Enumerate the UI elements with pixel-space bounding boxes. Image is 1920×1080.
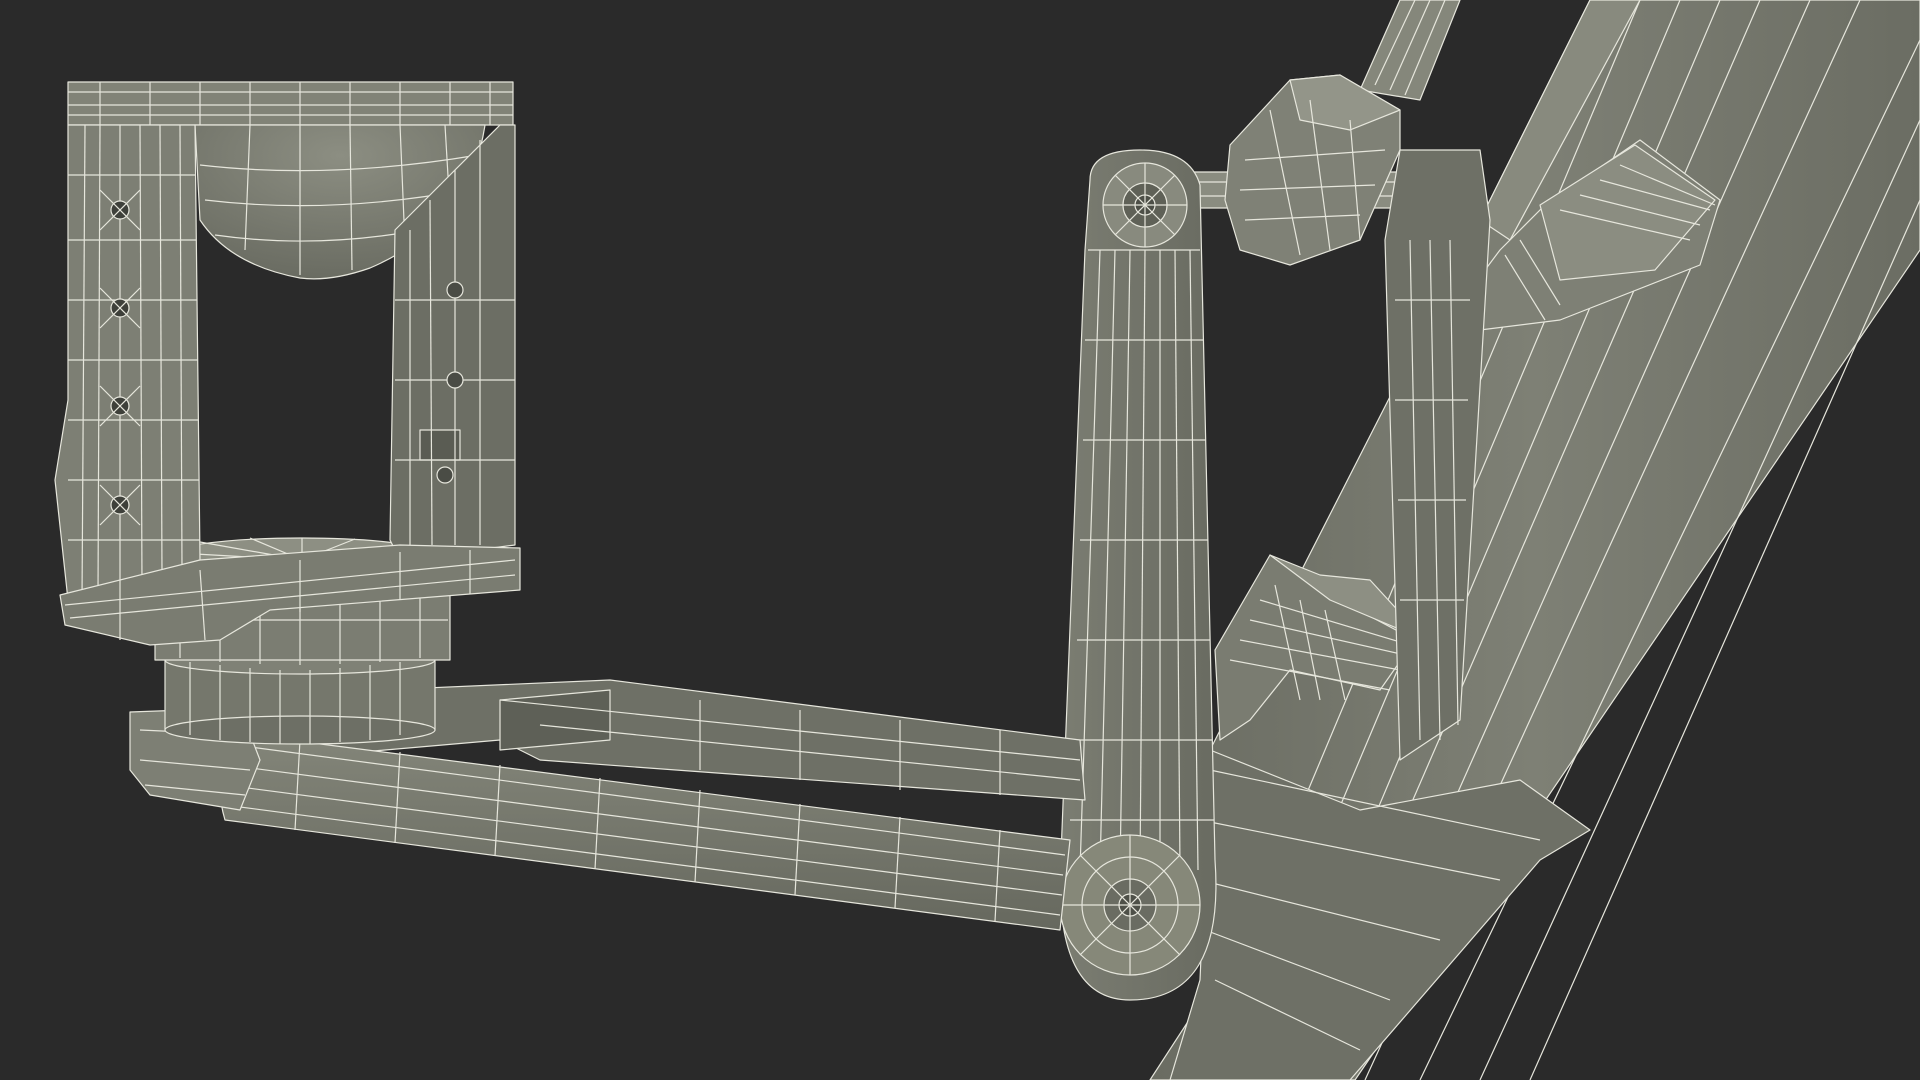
camera-head-frame	[54, 81, 521, 646]
wireframe-render	[54, 0, 1920, 1080]
render-viewport	[0, 0, 1920, 1080]
upright-arm	[1059, 149, 1217, 1001]
